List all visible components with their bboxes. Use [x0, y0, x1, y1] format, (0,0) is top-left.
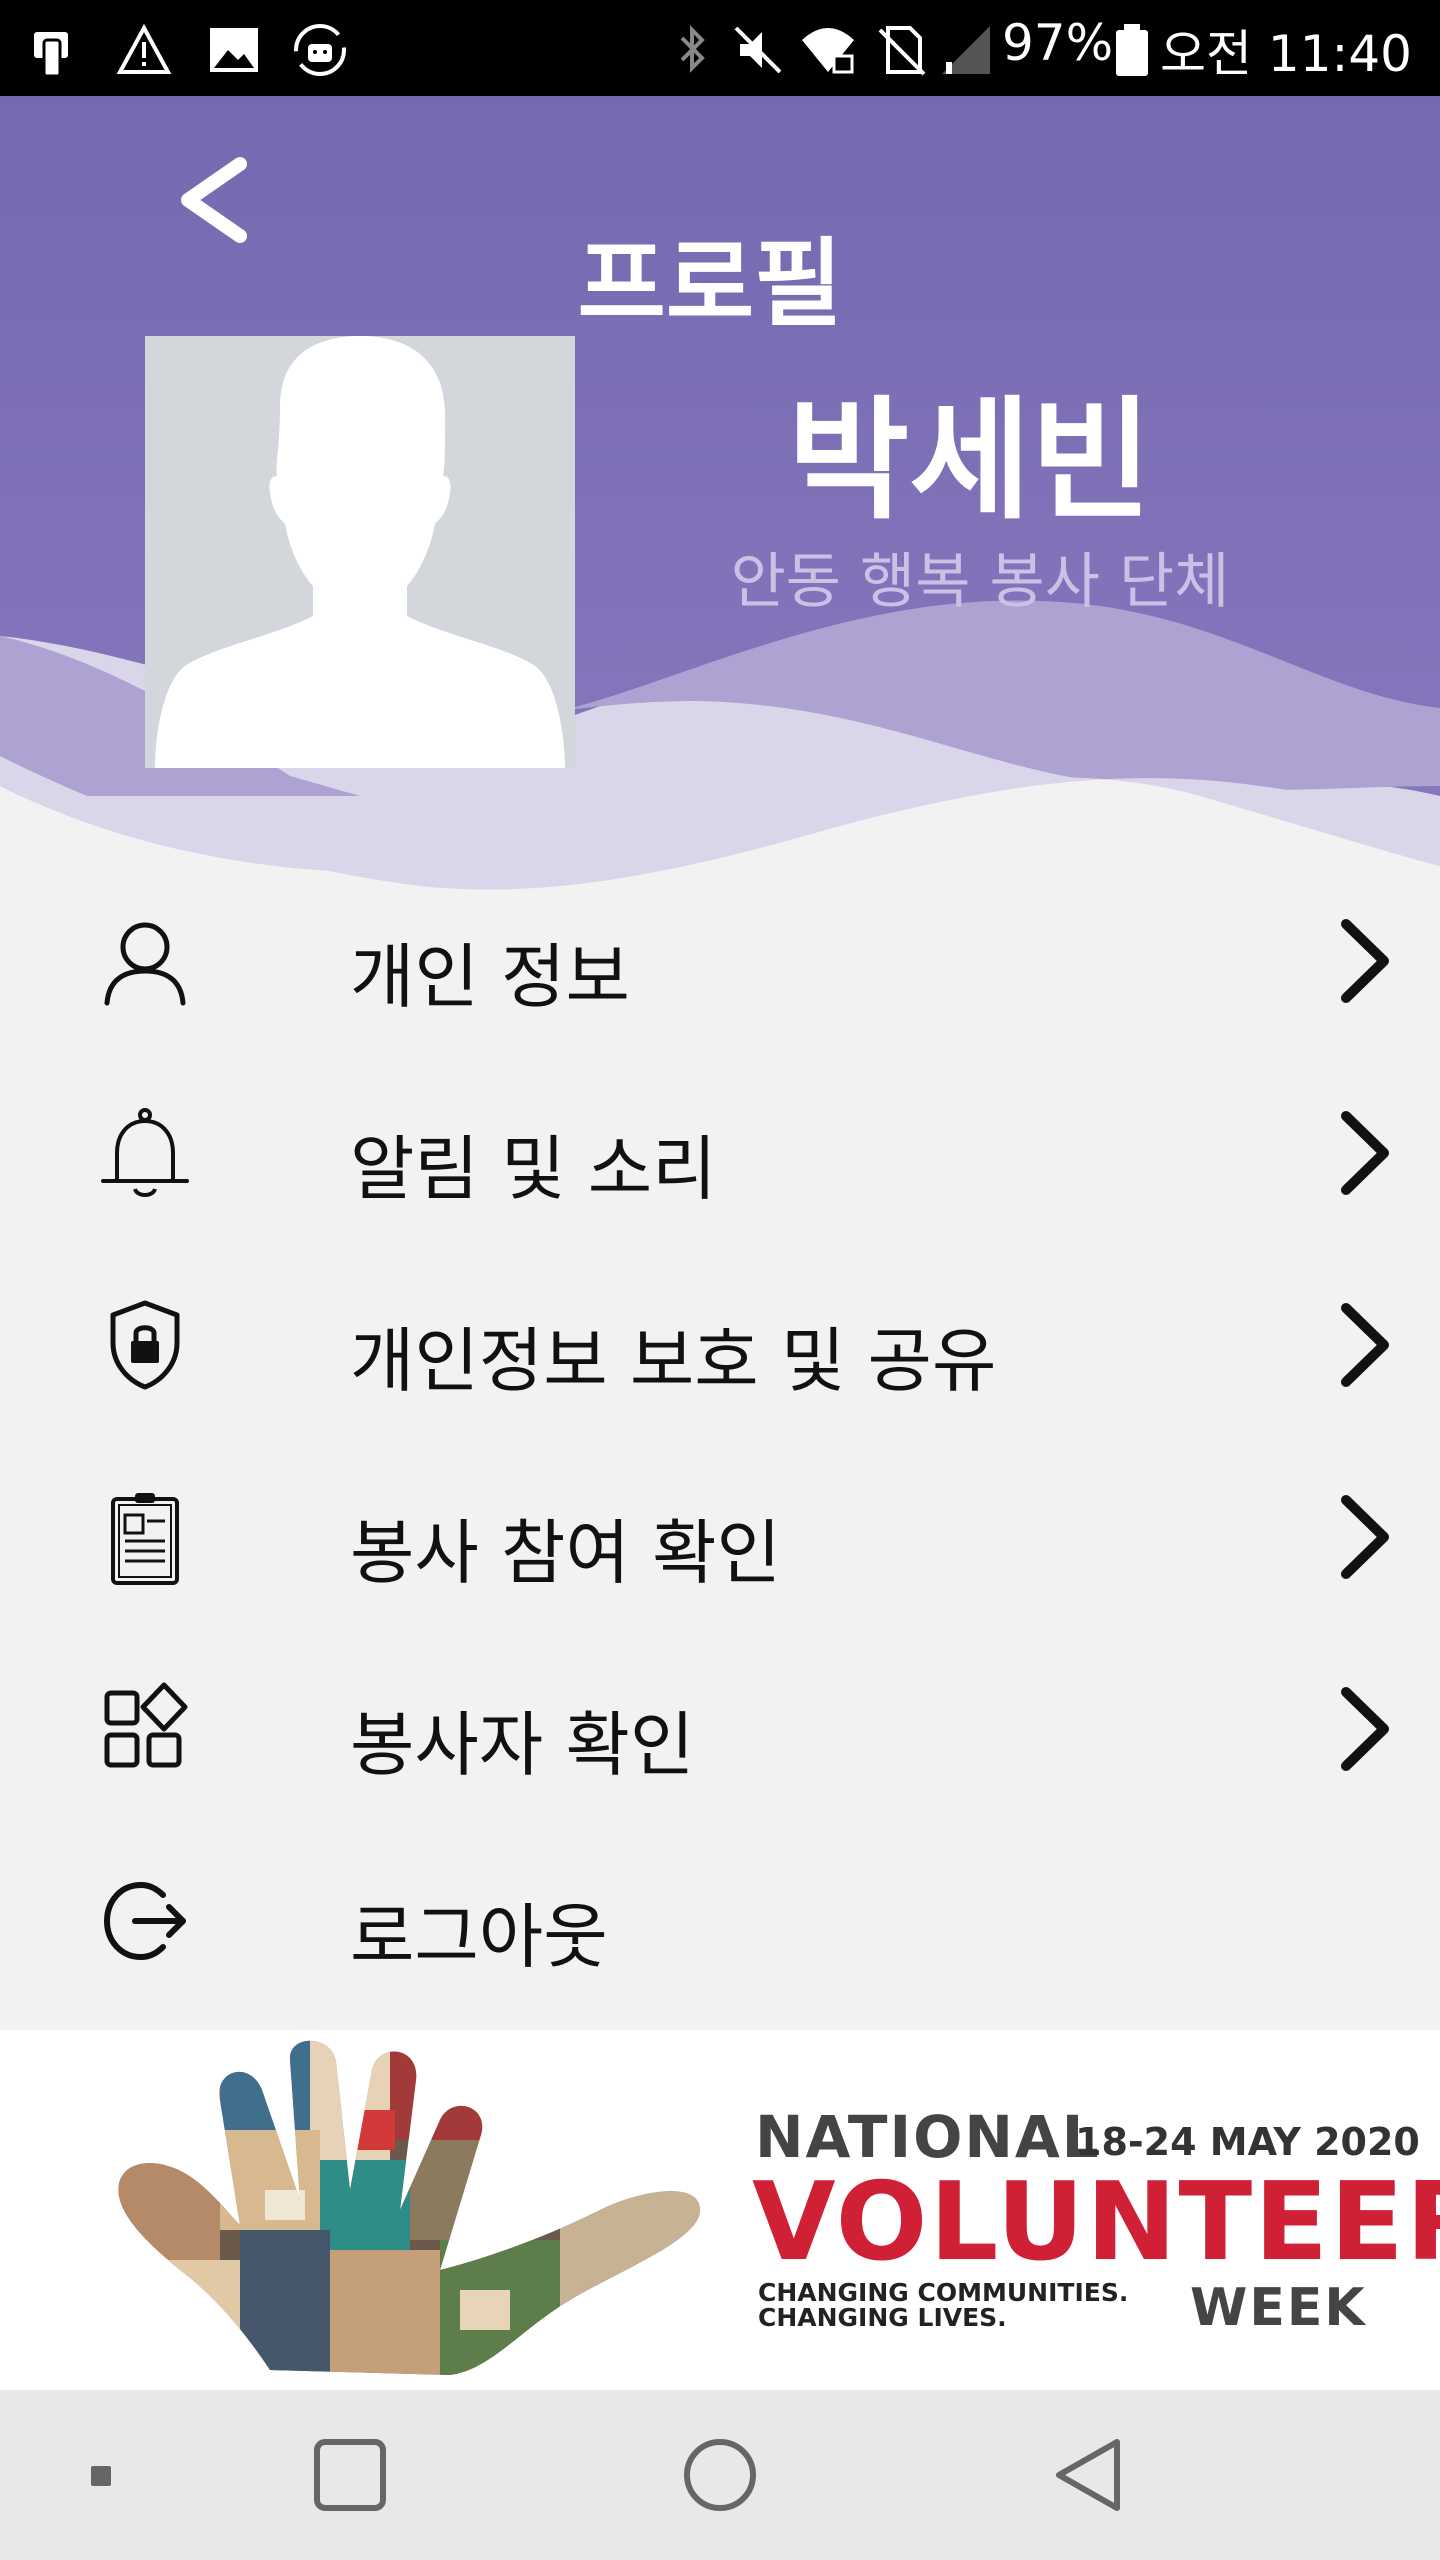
- banner-headline: VOLUNTEER: [752, 2160, 1440, 2285]
- page-title: 프로필: [577, 228, 843, 340]
- chevron-right-icon: [1341, 1495, 1389, 1579]
- menu-item-volunteer-participation[interactable]: 봉사 참여 확인: [0, 1442, 1440, 1632]
- logout-icon: [103, 1881, 186, 1961]
- menu-item-logout[interactable]: 로그아웃: [0, 1826, 1440, 2016]
- status-time: 오전 11:40: [1160, 25, 1412, 83]
- warning-icon: [116, 23, 172, 74]
- banner-tagline: CHANGING COMMUNITIES. CHANGING LIVES.: [758, 2280, 1158, 2330]
- shield-lock-icon: [110, 1300, 180, 1390]
- profile-screen: 프로필 박세빈 안동 행복 봉사 단체 개인 정보 알림 및 소리 개인정보 보…: [0, 96, 1440, 2390]
- user-icon: [104, 922, 186, 1006]
- menu-item-label: 알림 및 소리: [350, 1128, 717, 1210]
- hand-collage-image: [118, 2040, 701, 2376]
- signal-icon: [942, 26, 990, 74]
- chevron-right-icon: [1341, 919, 1389, 1003]
- avatar[interactable]: [145, 336, 575, 768]
- menu-item-privacy[interactable]: 개인정보 보호 및 공유: [0, 1250, 1440, 1440]
- status-bar: 97% 오전 11:40: [0, 0, 1440, 96]
- menu-dot-icon[interactable]: [55, 2430, 145, 2520]
- grid-shapes-icon: [104, 1682, 188, 1768]
- no-sim-icon: [878, 26, 926, 76]
- chevron-right-icon: [1341, 1111, 1389, 1195]
- banner-tagline-line-1: CHANGING COMMUNITIES.: [758, 2278, 1129, 2307]
- menu-item-personal-info[interactable]: 개인 정보: [0, 866, 1440, 1056]
- sim-icon: [34, 32, 68, 78]
- recent-apps-icon[interactable]: [305, 2430, 395, 2520]
- battery-percent: 97%: [1002, 14, 1114, 72]
- banner-dates: 18-24 MAY 2020: [1075, 2120, 1420, 2164]
- banner-tagline-line-2: CHANGING LIVES.: [758, 2303, 1007, 2332]
- volunteer-week-banner[interactable]: NATIONAL 18-24 MAY 2020 VOLUNTEER CHANGI…: [0, 2030, 1440, 2390]
- menu-item-label: 로그아웃: [350, 1896, 608, 1978]
- wifi-lock-icon: [802, 28, 854, 74]
- battery-icon: [1116, 24, 1148, 76]
- mute-icon: [734, 26, 782, 74]
- android-sync-icon: [294, 24, 346, 76]
- menu-item-label: 봉사자 확인: [350, 1704, 695, 1786]
- menu-item-label: 봉사 참여 확인: [350, 1512, 781, 1594]
- banner-week: WEEK: [1190, 2278, 1367, 2338]
- bell-icon: [101, 1108, 189, 1197]
- home-icon[interactable]: [675, 2430, 765, 2520]
- user-organization: 안동 행복 봉사 단체: [730, 547, 1230, 617]
- back-triangle-icon[interactable]: [1045, 2430, 1135, 2520]
- bluetooth-icon: [680, 25, 705, 73]
- gallery-icon: [210, 28, 258, 72]
- menu-item-notifications[interactable]: 알림 및 소리: [0, 1058, 1440, 1248]
- chevron-right-icon: [1341, 1687, 1389, 1771]
- clipboard-icon: [111, 1493, 179, 1585]
- menu-item-label: 개인정보 보호 및 공유: [350, 1320, 997, 1402]
- profile-header: 프로필 박세빈 안동 행복 봉사 단체: [0, 96, 1440, 896]
- person-silhouette-icon: [155, 336, 565, 768]
- menu-item-label: 개인 정보: [350, 936, 630, 1018]
- system-nav-bar: [0, 2390, 1440, 2560]
- user-name: 박세빈: [787, 384, 1153, 538]
- chevron-right-icon: [1341, 1303, 1389, 1387]
- menu-item-volunteer-check[interactable]: 봉사자 확인: [0, 1634, 1440, 1824]
